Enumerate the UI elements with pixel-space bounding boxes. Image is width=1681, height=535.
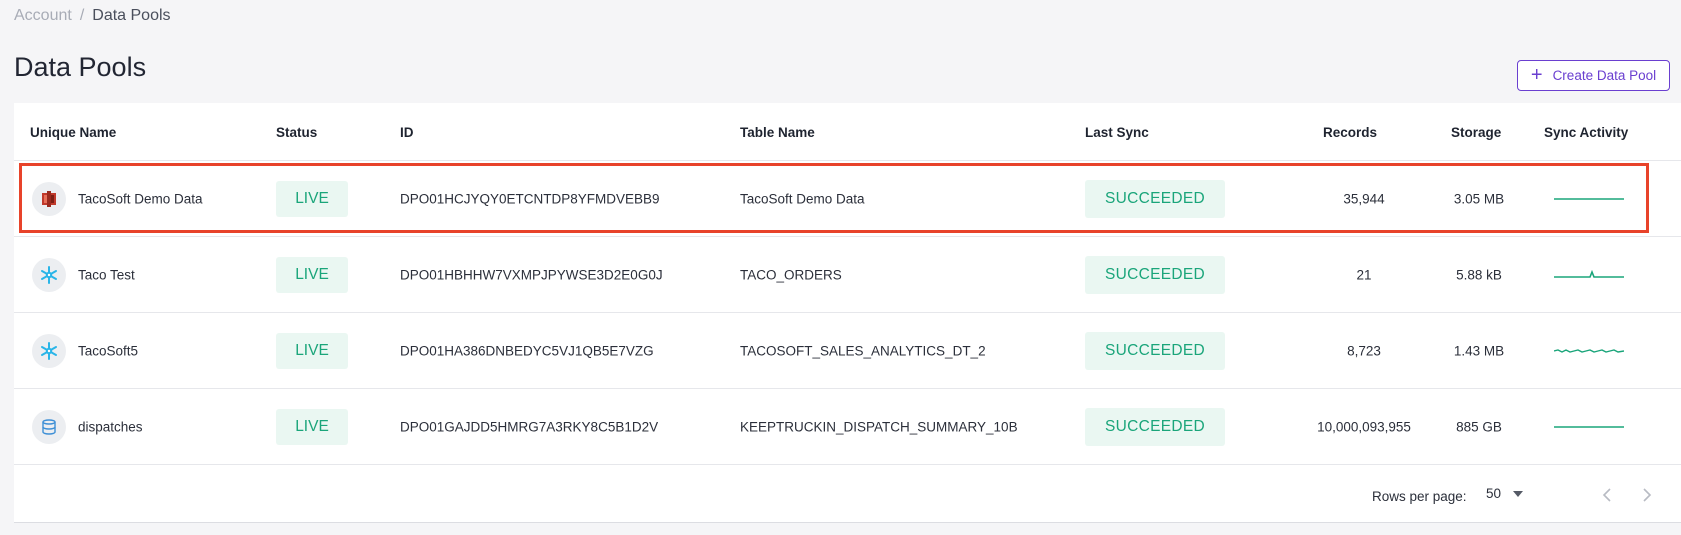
next-page-button[interactable] [1636, 484, 1658, 506]
pool-name[interactable]: Taco Test [78, 267, 135, 282]
column-header-unique-name[interactable]: Unique Name [30, 125, 116, 140]
sync-activity-sparkline [1554, 425, 1624, 428]
table-row[interactable]: Taco Test LIVE DPO01HBHHW7VXMPJPYWSE3D2E… [14, 237, 1681, 313]
rows-per-page-select[interactable]: 50 [1486, 486, 1524, 501]
last-sync-badge: SUCCEEDED [1085, 407, 1225, 446]
table-pagination: Rows per page: 50 [14, 466, 1681, 522]
caret-down-icon [1513, 490, 1524, 497]
pool-name[interactable]: TacoSoft Demo Data [78, 191, 203, 206]
breadcrumb-account-link[interactable]: Account [14, 7, 72, 25]
status-badge: LIVE [276, 332, 348, 369]
plus-icon: + [1530, 63, 1543, 86]
sync-activity-sparkline [1554, 197, 1624, 200]
sync-activity-sparkline [1554, 269, 1624, 278]
records-count: 21 [1356, 267, 1372, 282]
storage-size: 3.05 MB [1453, 191, 1505, 206]
status-badge: LIVE [276, 256, 348, 293]
create-data-pool-button[interactable]: + Create Data Pool [1517, 60, 1670, 91]
column-header-records[interactable]: Records [1323, 125, 1377, 140]
table-name: TACOSOFT_SALES_ANALYTICS_DT_2 [740, 343, 986, 358]
pool-id: DPO01HA386DNBEDYC5VJ1QB5E7VZG [400, 343, 654, 358]
column-header-table-name[interactable]: Table Name [740, 125, 815, 140]
storage-size: 5.88 kB [1456, 267, 1502, 282]
breadcrumb-separator: / [79, 7, 85, 24]
table-name: TacoSoft Demo Data [740, 191, 865, 206]
status-badge: LIVE [276, 408, 348, 445]
records-count: 8,723 [1347, 343, 1381, 358]
pool-name[interactable]: dispatches [78, 419, 143, 434]
table-header: Unique Name Status ID Table Name Last Sy… [14, 103, 1681, 161]
database-icon [32, 409, 66, 444]
prev-page-button[interactable] [1596, 484, 1618, 506]
records-count: 35,944 [1343, 191, 1385, 206]
storage-size: 885 GB [1456, 419, 1502, 434]
chevron-left-icon [1602, 488, 1611, 502]
last-sync-badge: SUCCEEDED [1085, 331, 1225, 370]
column-header-id[interactable]: ID [400, 125, 414, 140]
create-data-pool-label: Create Data Pool [1552, 68, 1657, 83]
column-header-storage[interactable]: Storage [1451, 125, 1501, 140]
column-header-status[interactable]: Status [276, 125, 317, 140]
redshift-icon [32, 181, 66, 216]
records-count: 10,000,093,955 [1317, 419, 1411, 434]
column-header-last-sync[interactable]: Last Sync [1085, 125, 1149, 140]
sync-activity-sparkline [1554, 348, 1624, 353]
column-header-sync-activity: Sync Activity [1544, 125, 1629, 140]
rows-per-page-label: Rows per page: [1372, 489, 1467, 504]
table-row[interactable]: dispatches LIVE DPO01GAJDD5HMRG7A3RKY8C5… [14, 389, 1681, 465]
status-badge: LIVE [276, 180, 348, 217]
last-sync-badge: SUCCEEDED [1085, 255, 1225, 294]
chevron-right-icon [1643, 488, 1652, 502]
table-row[interactable]: TacoSoft5 LIVE DPO01HA386DNBEDYC5VJ1QB5E… [14, 313, 1681, 389]
data-pools-table: Unique Name Status ID Table Name Last Sy… [14, 103, 1681, 523]
pool-id: DPO01HCJYQY0ETCNTDP8YFMDVEBB9 [400, 191, 660, 206]
table-name: KEEPTRUCKIN_DISPATCH_SUMMARY_10B [740, 419, 1018, 434]
table-name: TACO_ORDERS [740, 267, 842, 282]
storage-size: 1.43 MB [1453, 343, 1505, 358]
last-sync-badge: SUCCEEDED [1085, 179, 1225, 218]
breadcrumb-current: Data Pools [92, 7, 171, 24]
breadcrumb: Account / Data Pools [14, 7, 171, 25]
pool-name[interactable]: TacoSoft5 [78, 343, 138, 358]
pool-id: DPO01GAJDD5HMRG7A3RKY8C5B1D2V [400, 419, 659, 434]
page-title: Data Pools [14, 52, 147, 82]
pool-id: DPO01HBHHW7VXMPJPYWSE3D2E0G0J [400, 267, 663, 282]
snowflake-icon [32, 333, 66, 368]
snowflake-icon [32, 257, 66, 292]
rows-per-page-value: 50 [1486, 486, 1502, 501]
table-row[interactable]: TacoSoft Demo Data LIVE DPO01HCJYQY0ETCN… [14, 161, 1681, 237]
